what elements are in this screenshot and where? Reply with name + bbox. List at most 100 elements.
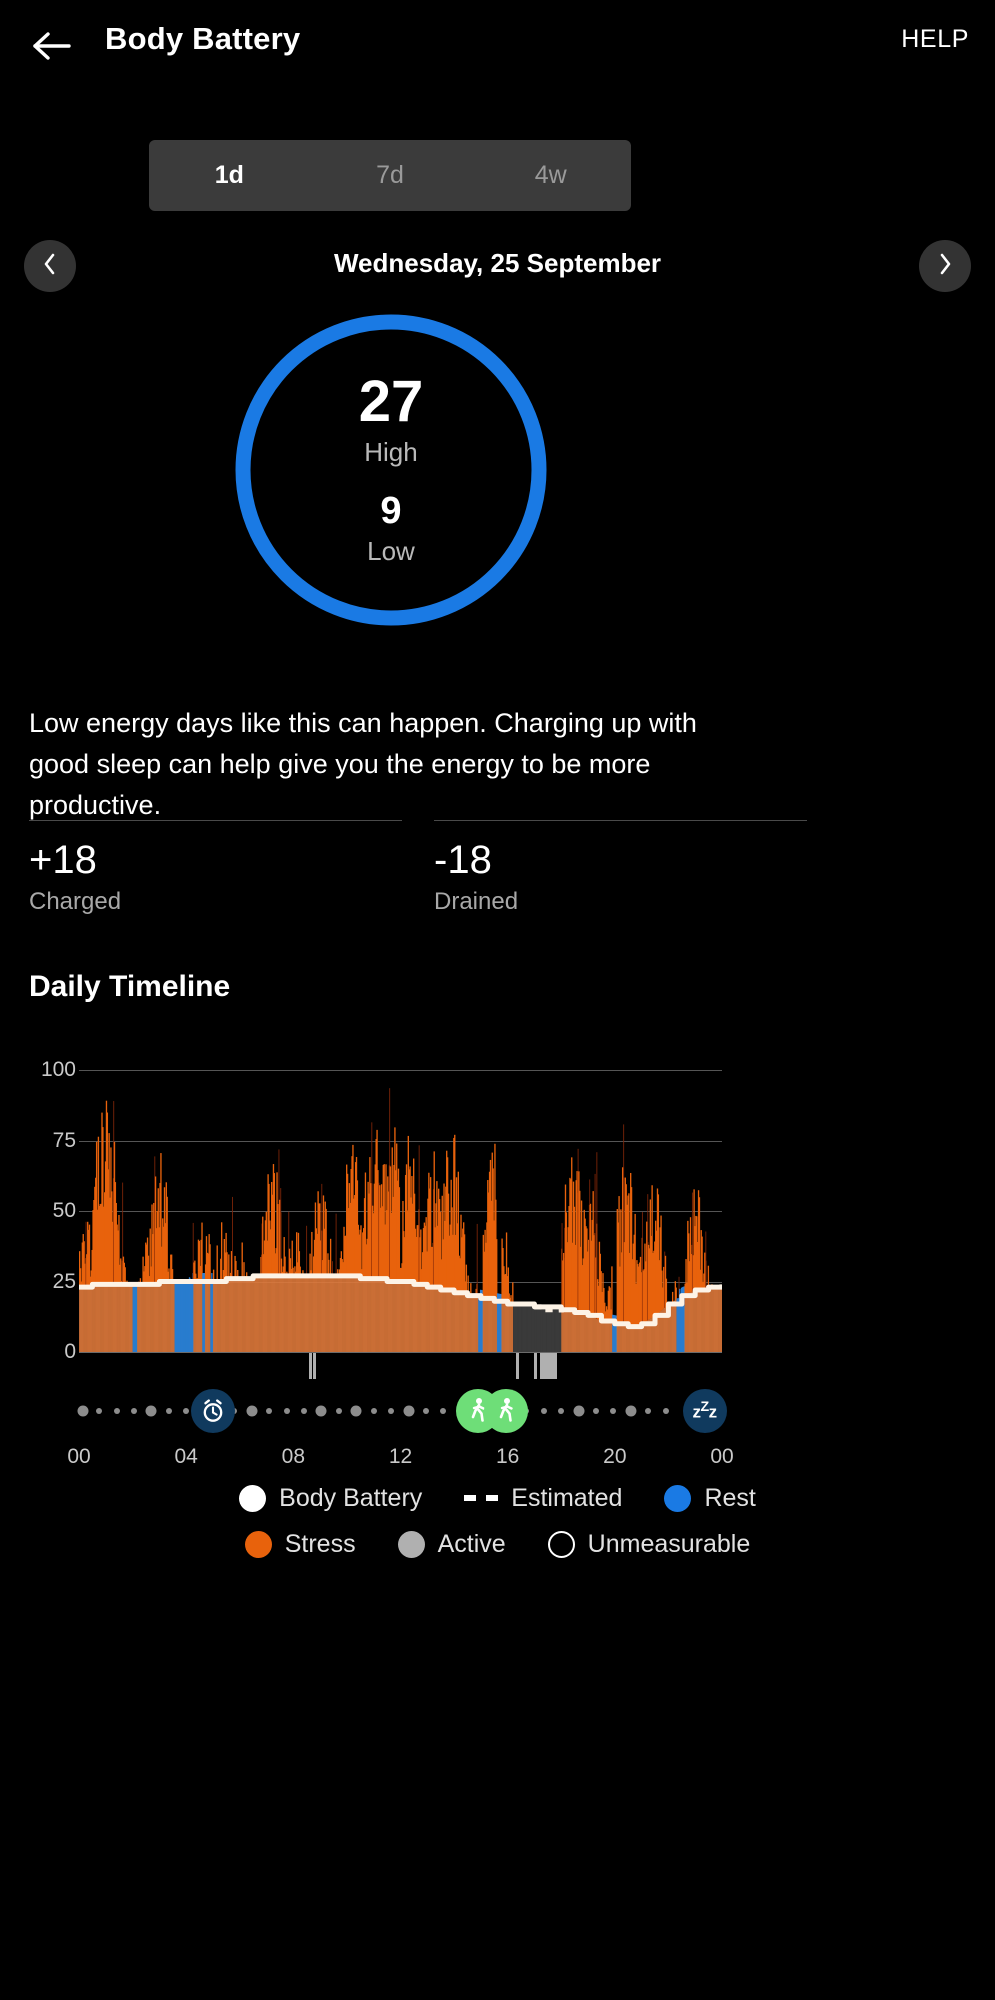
tab-7d[interactable]: 7d [310,140,471,211]
timeline-dot [645,1408,652,1414]
x-tick-label: 00 [710,1445,734,1468]
gauge-low-label: Low [367,536,415,566]
charged-stat: +18 Charged [29,820,402,916]
alarm-clock-icon[interactable] [190,1389,235,1433]
drained-label: Drained [434,888,519,915]
gauge-high-label: High [364,437,418,467]
legend-item-rest: Rest [664,1483,756,1513]
legend-label: Rest [704,1483,756,1512]
timeline-dot [301,1408,308,1414]
legend-color-swatch [239,1484,267,1512]
timeline-dot [315,1405,327,1417]
legend-dash-swatch [464,1495,499,1501]
help-button[interactable]: HELP [901,25,969,54]
timeline-dot [573,1405,585,1417]
timeline-dot [165,1408,172,1414]
x-tick-label: 00 [67,1445,91,1468]
range-tab-group: 1d 7d 4w [149,140,631,211]
x-tick-label: 20 [603,1445,627,1468]
body-battery-gauge: 27 High 9 Low [232,311,550,629]
current-date-label: Wednesday, 25 September [333,248,662,278]
chart-legend: Body Battery Estimated Rest Stress Active Un… [0,1475,995,1567]
legend-label: Active [437,1529,506,1558]
timeline-dot [370,1408,377,1414]
active-marker [534,1353,538,1379]
body-battery-screen: Body Battery HELP 1d 7d 4w Wednesday, 25… [0,0,995,2000]
timeline-dot [625,1405,637,1417]
arrow-left-icon [32,29,72,63]
daily-timeline-heading: Daily Timeline [29,970,231,1003]
timeline-dot [96,1408,103,1414]
timeline-dot [246,1405,258,1417]
legend-color-swatch [244,1530,272,1558]
timeline-dot [183,1408,190,1414]
legend-hollow-swatch [547,1530,575,1558]
timeline-dot [283,1408,290,1414]
tab-4w[interactable]: 4w [470,140,631,211]
legend-label: Estimated [511,1483,623,1512]
chart-svg [79,1088,722,1352]
x-tick-label: 16 [495,1445,520,1468]
chart-y-axis: 0 25 50 75 100 [0,1058,76,1363]
timeline-dot [593,1408,600,1414]
legend-item-active: Active [397,1529,506,1559]
legend-label: Body Battery [279,1483,423,1512]
timeline-dot [130,1408,137,1414]
timeline-dot [350,1405,362,1417]
active-marker [313,1353,317,1379]
drained-value: -18 [434,838,492,882]
active-marker [309,1353,313,1379]
insight-description: Low energy days like this can happen. Ch… [29,708,697,820]
y-tick-label: 75 [52,1128,76,1152]
page-title: Body Battery [105,21,301,56]
y-tick-label: 25 [52,1269,76,1293]
back-button[interactable] [26,20,78,72]
chart-x-axis: 00 04 08 12 16 20 00 [67,1445,733,1475]
tab-1d[interactable]: 1d [149,140,310,211]
timeline-dot [662,1408,669,1414]
app-bar: Body Battery HELP [0,0,995,92]
gauge-low-value: 9 [380,490,402,532]
timeline-dot [422,1408,429,1414]
next-day-button[interactable] [919,240,971,292]
legend-color-swatch [664,1484,692,1512]
legend-label: Stress [284,1529,356,1558]
legend-item-body-battery: Body Battery [239,1484,422,1513]
active-marker [539,1353,558,1379]
legend-row-1: Body Battery Estimated Rest [0,1475,995,1521]
y-tick-label: 0 [64,1340,76,1363]
timeline-dot [558,1408,565,1414]
timeline-dot [403,1405,415,1417]
timeline-dot [335,1408,342,1414]
timeline-dot [145,1405,157,1417]
daily-timeline-chart[interactable]: 0 25 50 75 100 [0,1058,995,1400]
legend-label: Unmeasurable [587,1529,751,1558]
walking-person-icon[interactable] [484,1389,529,1433]
gauge-high-value: 27 [358,369,424,434]
timeline-dot [540,1408,547,1414]
drained-stat: -18 Drained [434,820,807,916]
sleep-zzz-icon[interactable]: zZz [682,1389,727,1433]
chart-plot-area [79,1070,722,1352]
gauge-values: 27 High 9 Low [232,311,550,629]
timeline-dot [77,1405,89,1417]
date-navigator: Wednesday, 25 September [0,240,995,292]
timeline-dot [440,1408,447,1414]
charged-label: Charged [29,888,122,915]
x-tick-label: 12 [388,1445,413,1468]
timeline-marker-row: zZz [77,1380,727,1442]
legend-item-stress: Stress [244,1529,356,1559]
legend-row-2: Stress Active Unmeasurable [0,1521,995,1567]
timeline-dot [388,1408,395,1414]
timeline-dot [266,1408,273,1414]
x-tick-label: 08 [281,1445,306,1468]
timeline-dot [610,1408,617,1414]
legend-item-estimated: Estimated [464,1484,622,1513]
legend-color-swatch [397,1530,425,1558]
y-tick-label: 100 [40,1058,76,1081]
chevron-right-icon [937,252,953,281]
active-marker [515,1353,519,1379]
charge-drain-summary: +18 Charged -18 Drained [29,820,966,916]
x-tick-label: 04 [174,1445,198,1468]
legend-item-unmeasurable: Unmeasurable [547,1529,751,1559]
